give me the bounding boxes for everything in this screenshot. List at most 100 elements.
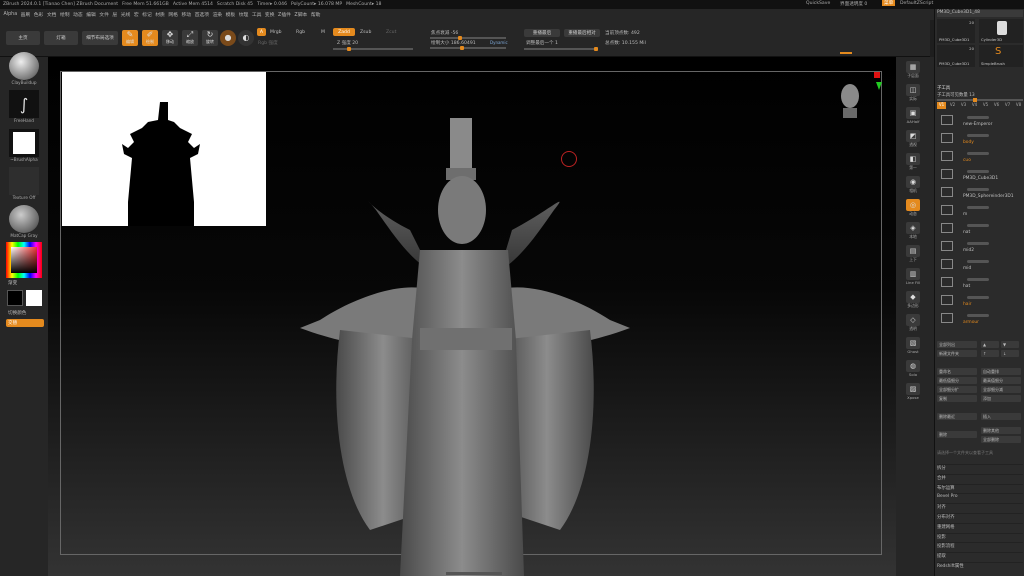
tool-thumb-1[interactable]: PM3D_Cube3D1 20 xyxy=(937,19,975,43)
right-shelf-button[interactable]: ◈ 本地 xyxy=(901,222,925,240)
subtool-item[interactable]: hat xyxy=(937,275,1023,291)
right-shelf-button[interactable]: ▣ AAHalf xyxy=(901,107,925,124)
eye-icon[interactable] xyxy=(967,260,989,263)
slider-knob[interactable] xyxy=(594,47,598,51)
subtool-title[interactable]: 子工具 xyxy=(937,85,1023,91)
eye-icon[interactable] xyxy=(967,224,989,227)
list-all-button[interactable]: 全部列出 xyxy=(937,341,977,348)
eye-icon[interactable] xyxy=(967,242,989,245)
menu-item[interactable]: 宏 xyxy=(134,11,139,18)
lightbox-button[interactable]: 灯箱 xyxy=(44,31,78,45)
visible-count-track[interactable] xyxy=(937,98,1023,102)
right-shelf-button[interactable]: ▦ 子层面 xyxy=(901,61,925,79)
focal-shift-track[interactable] xyxy=(430,36,506,40)
material-swatch[interactable]: ● xyxy=(220,30,236,46)
subpalette-item[interactable]: 分布对齐 xyxy=(937,513,1023,520)
right-collar[interactable] xyxy=(500,201,560,270)
menu-item[interactable]: 渲染 xyxy=(212,11,222,18)
eye-icon[interactable] xyxy=(967,314,989,317)
tool-thumb-4[interactable]: S SimpleBrush xyxy=(979,45,1023,67)
subtool-op-button[interactable]: 删除其他 xyxy=(981,427,1021,434)
focal-shift-slider[interactable]: 焦点衰减 -56 xyxy=(431,30,458,36)
rgb-intensity-slider[interactable]: Rgb 强度 xyxy=(258,40,278,46)
head[interactable] xyxy=(438,176,486,244)
a-toggle[interactable]: A xyxy=(257,28,266,36)
menu-item[interactable]: 文档 xyxy=(47,11,57,18)
move-down-button[interactable]: ↓ xyxy=(1001,350,1019,357)
menu-item[interactable]: 绘制 xyxy=(60,11,70,18)
ui-transparency-slider[interactable]: 界面透明度 0 xyxy=(840,1,867,7)
zsub-toggle[interactable]: Zsub xyxy=(360,30,371,35)
subtool-op-button[interactable]: 重命名 xyxy=(937,368,977,375)
delete-button[interactable]: 删除 xyxy=(937,431,977,438)
version-tab[interactable]: V8 xyxy=(1014,102,1023,109)
subpalette-item[interactable]: 合并 xyxy=(937,473,1023,481)
current-tool[interactable]: PM3D_Cube3D1_48 xyxy=(937,10,1023,17)
subpalette-item[interactable]: Bevel Pro xyxy=(937,493,1023,499)
subpalette-item[interactable]: Redshift属性 xyxy=(937,562,1023,569)
right-shelf-button[interactable]: ◧ 第一 xyxy=(901,153,925,171)
brush-selector[interactable]: ClayBuildup xyxy=(7,52,41,85)
subpalette-item[interactable]: 对齐 xyxy=(937,503,1023,510)
move-up-button[interactable]: ↑ xyxy=(981,350,999,357)
secondary-color-swatch[interactable] xyxy=(26,290,42,306)
z-intensity-track[interactable] xyxy=(333,47,413,51)
arrow-up-button[interactable]: ▲ xyxy=(981,341,999,348)
quicksave-button[interactable]: QuickSave xyxy=(806,1,830,6)
right-shelf-button[interactable]: ▨ Xpose xyxy=(901,383,925,400)
draw-size-track[interactable] xyxy=(430,46,506,50)
robe-body[interactable] xyxy=(400,250,524,576)
menu-item[interactable]: 文件 xyxy=(99,11,109,18)
menu-item[interactable]: 光线 xyxy=(121,11,131,18)
replay-last-relative-button[interactable]: 重播最后相对 xyxy=(564,29,600,37)
right-shelf-button[interactable]: ◍ Solo xyxy=(901,360,925,377)
rotate-button[interactable]: ↻ 旋转 xyxy=(202,30,218,46)
subtool-item[interactable]: PM3D_Sphereinder3D1 xyxy=(937,185,1023,201)
model-viewport[interactable] xyxy=(280,110,650,576)
menu-item[interactable]: 标记 xyxy=(142,11,152,18)
visible-count[interactable]: 子工具可见数量 13 xyxy=(937,92,1023,98)
version-tab[interactable]: V1 xyxy=(937,102,946,109)
right-shelf-button[interactable]: ◆ 多边形 xyxy=(901,291,925,309)
eye-icon[interactable] xyxy=(967,170,989,173)
alternate-button[interactable]: 交替 xyxy=(6,319,44,327)
eye-icon[interactable] xyxy=(967,152,989,155)
version-tab[interactable]: V2 xyxy=(948,102,957,109)
move-button[interactable]: ✥ 移动 xyxy=(162,30,178,46)
z-intensity-slider[interactable]: Z 强度 20 xyxy=(337,40,358,46)
draw-size-slider[interactable]: 绘制大小 186.60491 xyxy=(431,40,476,46)
scale-button[interactable]: ⤢ 缩放 xyxy=(182,30,198,46)
head-gizmo-icon[interactable] xyxy=(838,77,879,118)
arrow-down-button[interactable]: ▼ xyxy=(1001,341,1019,348)
subpalette-item[interactable]: 布尔运算 xyxy=(937,483,1023,491)
right-shelf-button[interactable]: ◎ 动态 xyxy=(901,199,925,217)
subtool-op-button[interactable]: 插入 xyxy=(981,413,1021,420)
emperor-model[interactable] xyxy=(300,118,630,576)
menu-item[interactable]: 编辑 xyxy=(86,11,96,18)
right-shelf-button[interactable]: ▥ Line Fill xyxy=(901,268,925,285)
menu-item[interactable]: 动态 xyxy=(73,11,83,18)
subtool-item[interactable]: new-Emperor xyxy=(937,113,1023,129)
subtool-item[interactable]: hair xyxy=(937,293,1023,309)
adjust-last-track[interactable] xyxy=(524,47,598,51)
eye-icon[interactable] xyxy=(967,134,989,137)
subtool-item[interactable]: armour xyxy=(937,311,1023,327)
menu-item[interactable]: Z插件 xyxy=(278,11,291,18)
rgb-toggle[interactable]: Rgb xyxy=(296,30,305,35)
right-shelf-button[interactable]: ▤ 上下 xyxy=(901,245,925,263)
menus-button[interactable]: 菜单 xyxy=(882,0,896,6)
menu-item[interactable]: Alpha xyxy=(4,12,18,17)
subtool-item[interactable]: body xyxy=(937,131,1023,147)
eye-icon[interactable] xyxy=(967,116,989,119)
menu-item[interactable]: 纹理 xyxy=(239,11,249,18)
menu-item[interactable]: 首选项 xyxy=(195,11,209,18)
zadd-toggle[interactable]: Zadd xyxy=(333,28,355,36)
menu-item[interactable]: 工具 xyxy=(252,11,262,18)
texture-selector[interactable]: Texture Off xyxy=(7,167,41,200)
subtool-op-button[interactable]: 自动重排 xyxy=(981,368,1021,375)
slider-knob[interactable] xyxy=(347,47,351,51)
hat-crown[interactable] xyxy=(450,118,472,174)
subtool-item[interactable]: m xyxy=(937,203,1023,219)
replay-last-button[interactable]: 重播最后 xyxy=(524,29,560,37)
eye-icon[interactable] xyxy=(967,206,989,209)
